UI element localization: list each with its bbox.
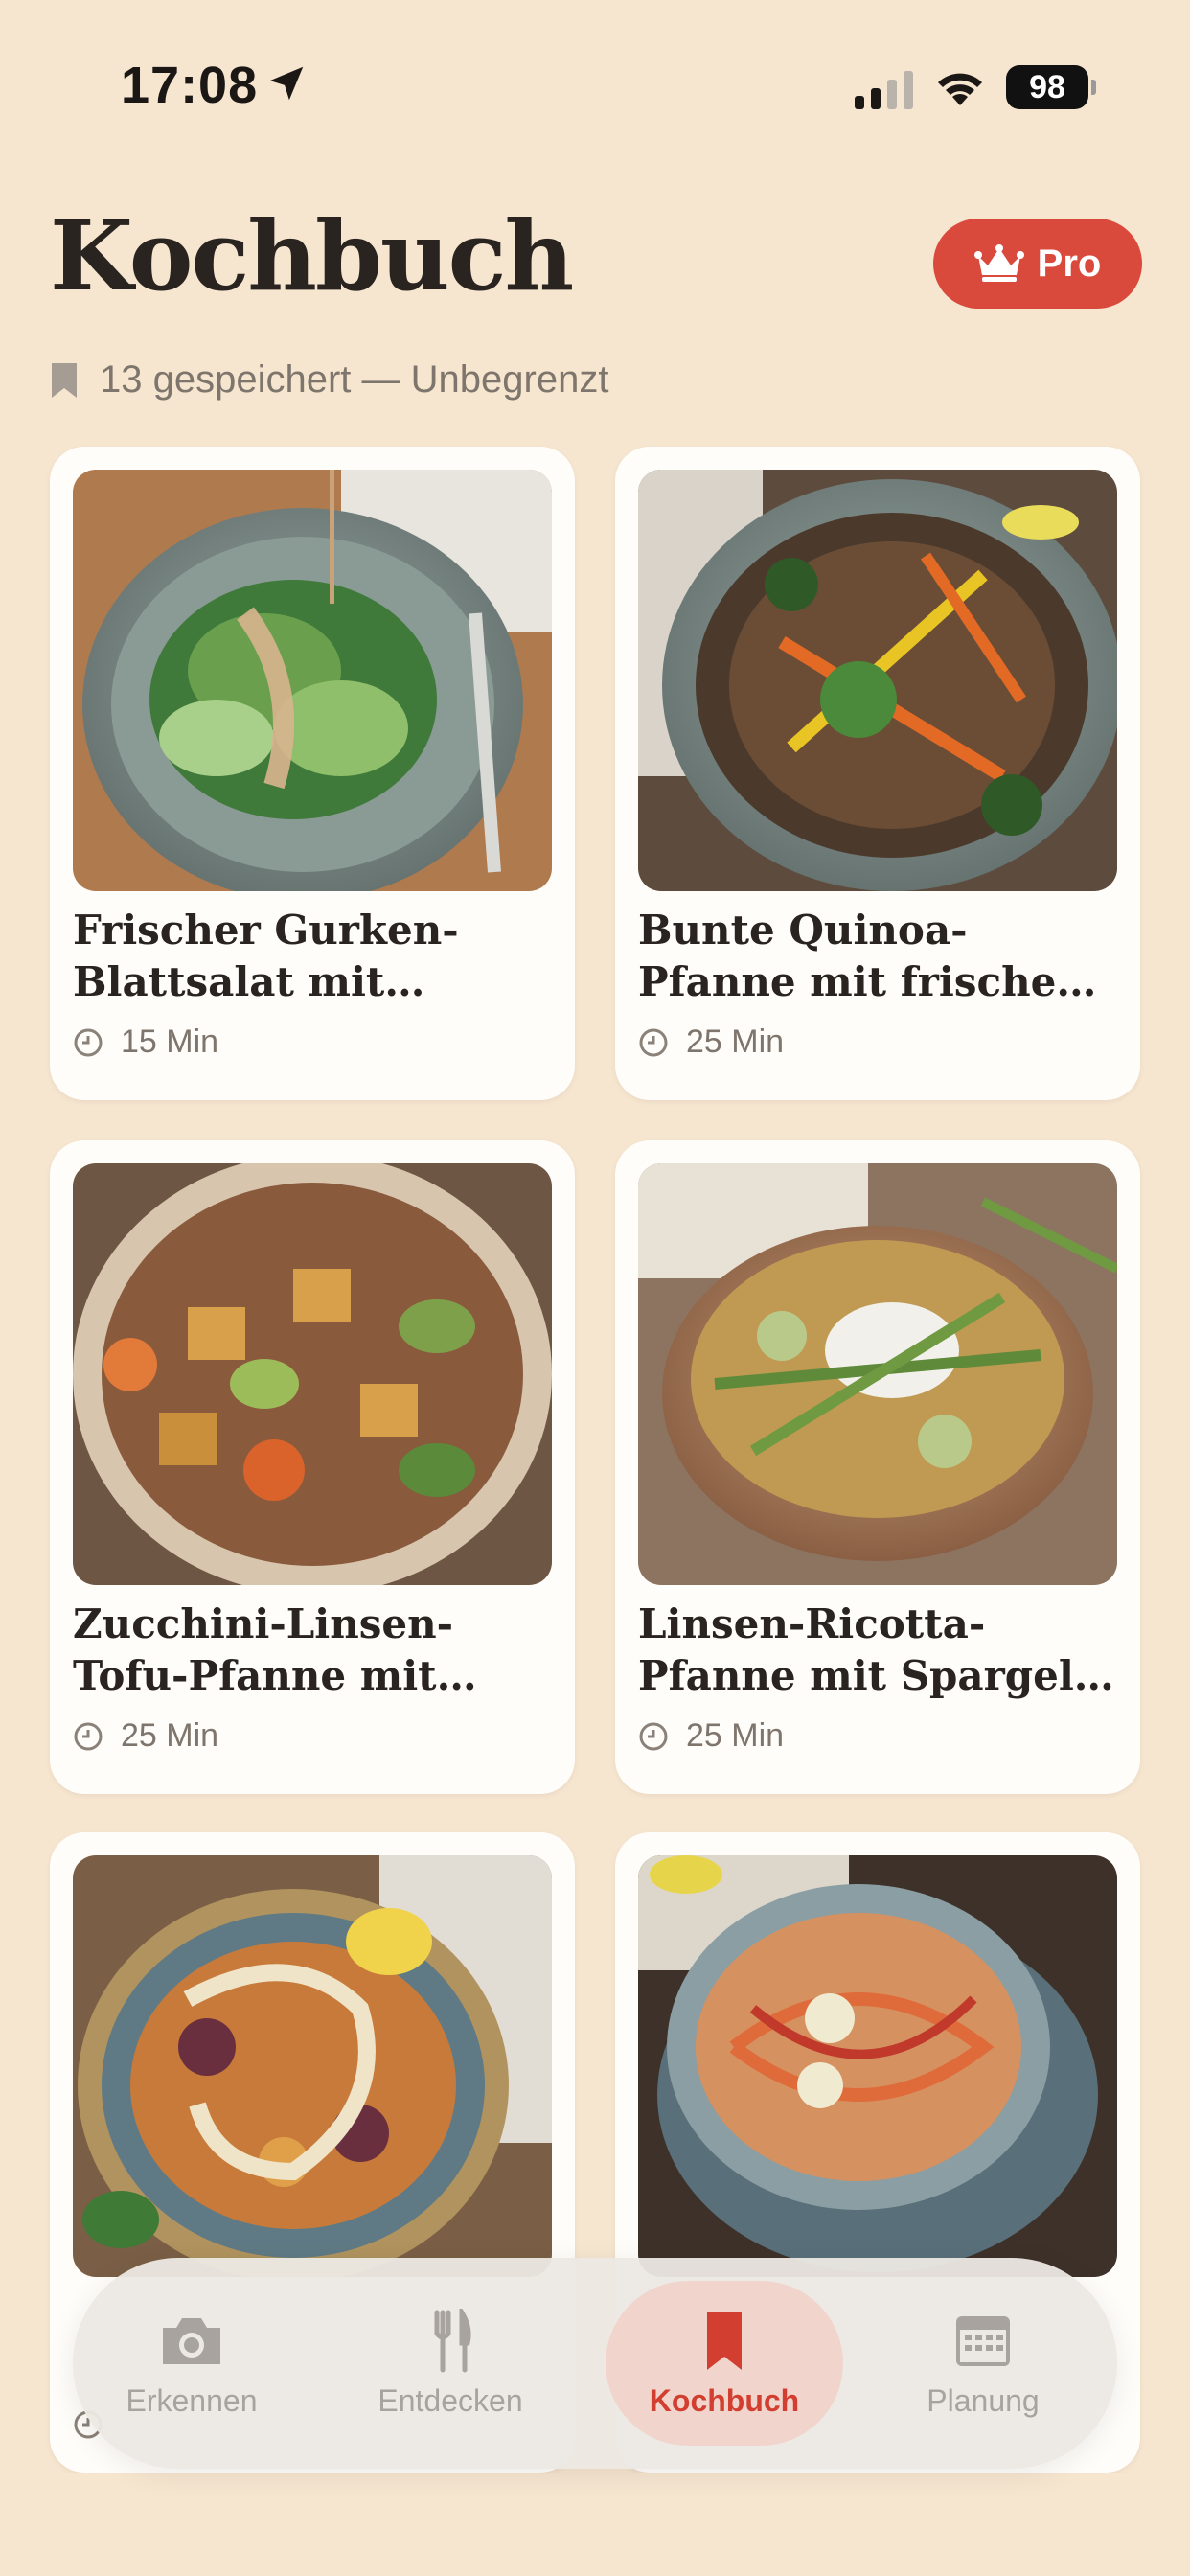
tab-entdecken[interactable]: Entdecken (332, 2281, 569, 2446)
recipe-title: Zucchini-Linsen-Tofu-Pfanne mit frischer… (73, 1600, 454, 1699)
recipe-card[interactable]: Linsen-Ricotta-Pfanne mit Spargel und Zu… (615, 1140, 1140, 1794)
pro-label: Pro (1037, 242, 1102, 285)
fork-knife-icon (434, 2308, 471, 2372)
saved-count-label: 13 gespeichert — Unbegrenzt (100, 358, 609, 401)
bookmark-icon (707, 2312, 742, 2370)
cellular-signal-icon (855, 71, 913, 109)
tab-bar: Erkennen Entdecken Kochbuch Planung (73, 2258, 1117, 2469)
recipe-image (73, 1855, 552, 2277)
tab-label: Erkennen (126, 2382, 258, 2418)
recipe-card[interactable]: Frischer Gurken-Blattsalat mit cremig...… (50, 447, 575, 1100)
recipe-time: 25 Min (638, 1717, 784, 1755)
recipe-time: 25 Min (73, 1717, 218, 1755)
tab-planung[interactable]: Planung (864, 2281, 1102, 2446)
clock-icon (639, 1028, 668, 1056)
status-time: 17:08 (121, 57, 259, 114)
calendar-icon (956, 2315, 1010, 2366)
recipe-card[interactable]: Zucchini-Linsen-Tofu-Pfanne mit frischer… (50, 1140, 575, 1794)
location-arrow-icon (269, 66, 304, 101)
pro-button[interactable]: Pro (933, 218, 1142, 309)
camera-icon (163, 2317, 220, 2364)
recipe-time-label: 25 Min (121, 1717, 219, 1754)
bottom-area (0, 2472, 1190, 2576)
clock-icon (639, 1722, 668, 1750)
recipe-time-label: 25 Min (686, 1024, 785, 1060)
recipe-image (73, 470, 552, 891)
tab-erkennen[interactable]: Erkennen (73, 2281, 310, 2446)
recipe-title: Linsen-Ricotta-Pfanne mit Spargel und Zu… (638, 1600, 1074, 1699)
tab-label: Kochbuch (649, 2382, 800, 2418)
clock-icon (74, 1722, 103, 1750)
status-bar: 17:08 98 (0, 0, 1190, 172)
recipe-card[interactable]: Bunte Quinoa-Pfanne mit frischen Kräuter… (615, 447, 1140, 1100)
tab-label: Entdecken (378, 2382, 523, 2418)
recipe-time: 25 Min (638, 1024, 784, 1061)
recipe-title: Frischer Gurken-Blattsalat mit cremig... (73, 907, 459, 1005)
recipe-image (73, 1163, 552, 1585)
recipe-time-label: 25 Min (686, 1717, 785, 1754)
recipe-image (638, 1855, 1117, 2277)
recipe-time-label: 15 Min (121, 1024, 219, 1060)
clock-icon (74, 1028, 103, 1056)
recipe-time: 15 Min (73, 1024, 218, 1061)
tab-label: Planung (927, 2382, 1040, 2418)
crown-icon (973, 244, 1024, 282)
saved-count: 13 gespeichert — Unbegrenzt (50, 358, 608, 402)
recipe-image (638, 1163, 1117, 1585)
recipe-image (638, 470, 1117, 891)
recipe-title: Bunte Quinoa-Pfanne mit frischen Kräuter… (638, 907, 1086, 1005)
wifi-icon (938, 73, 982, 105)
page-title: Kochbuch (50, 199, 574, 312)
bookmark-icon (52, 362, 77, 398)
tab-kochbuch[interactable]: Kochbuch (606, 2281, 843, 2446)
battery-indicator: 98 (1006, 65, 1096, 109)
